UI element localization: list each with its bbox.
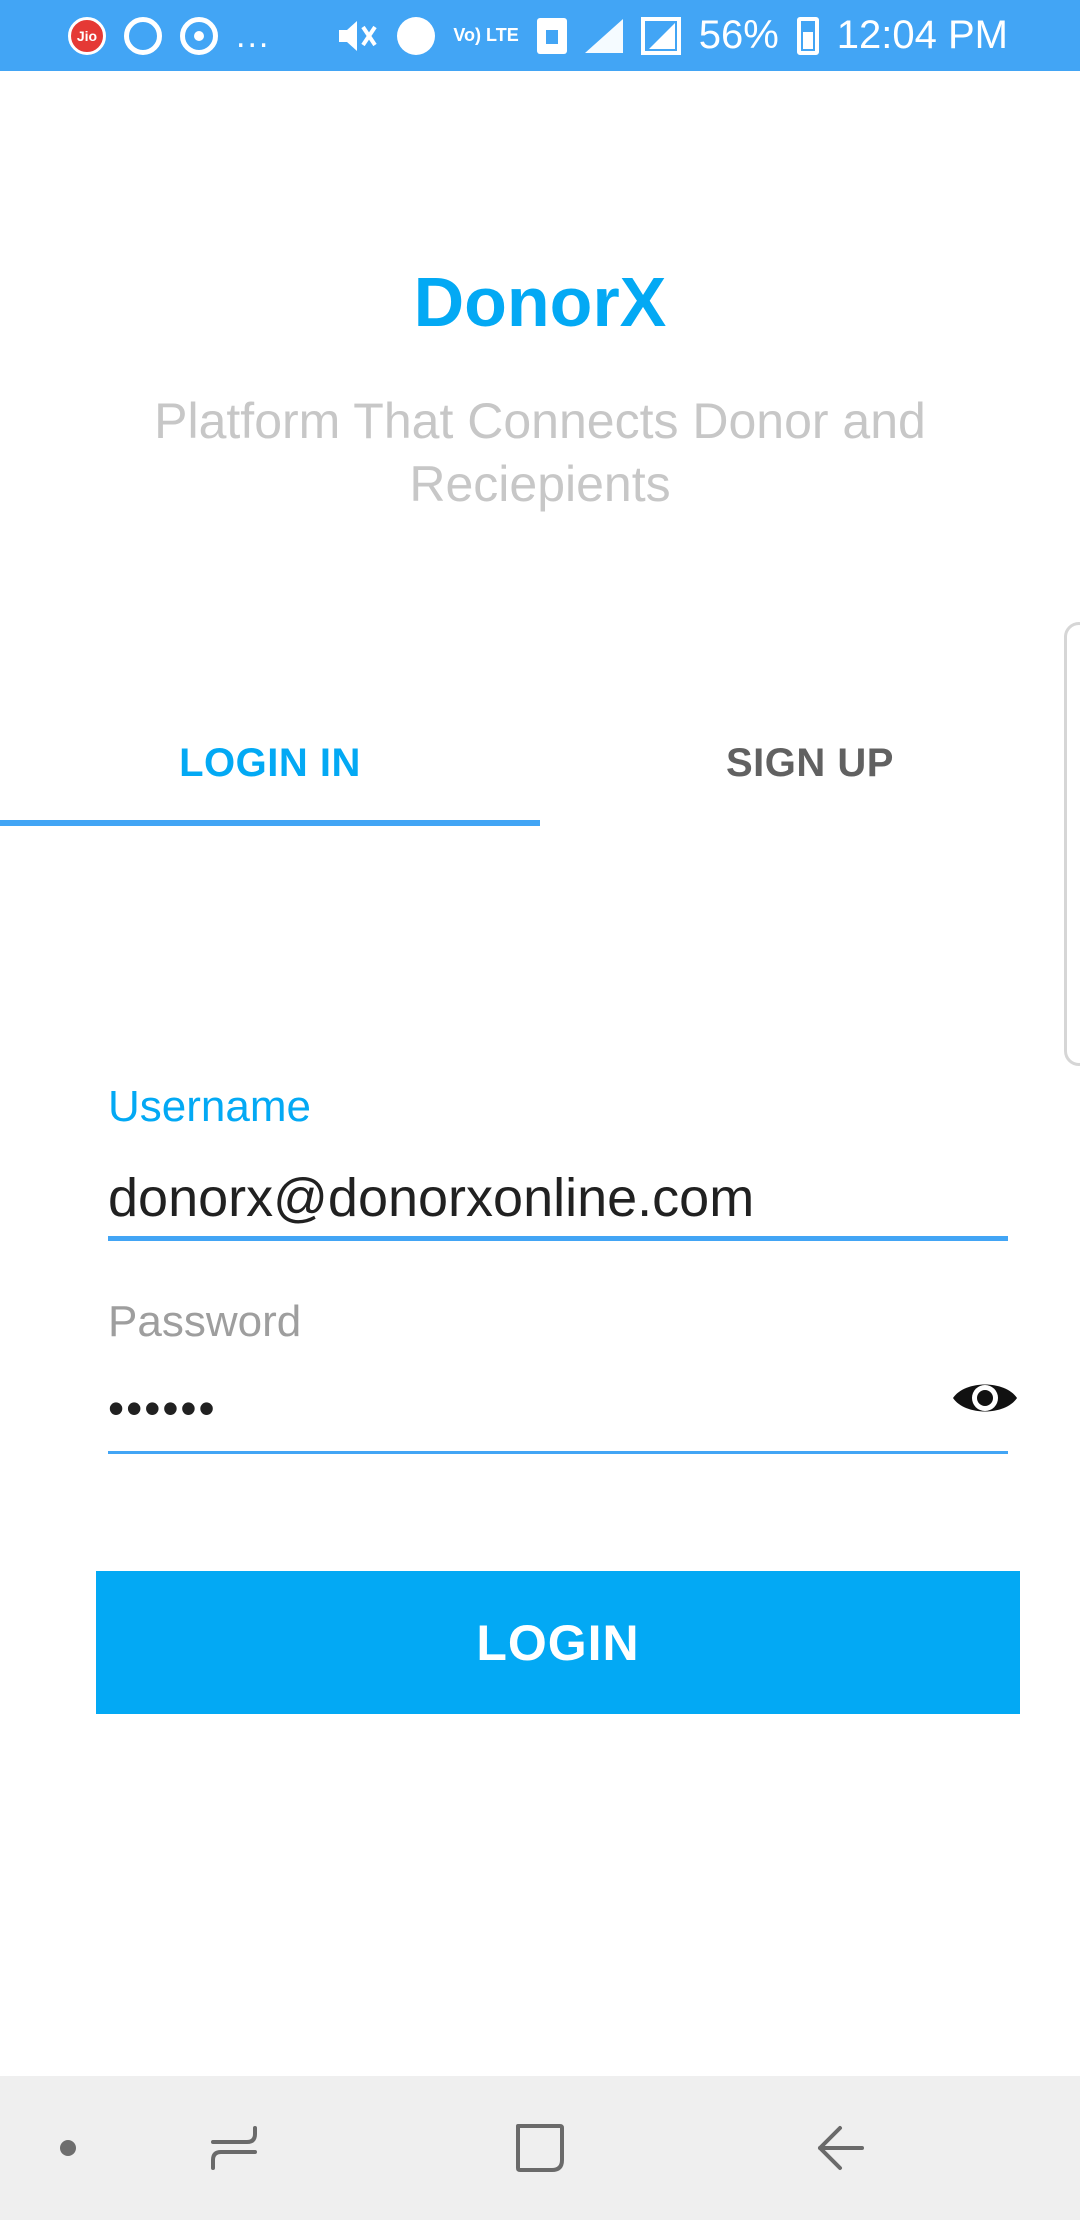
recent-apps-icon: [211, 2126, 257, 2170]
back-button[interactable]: [790, 2076, 890, 2220]
recent-apps-button[interactable]: [190, 2076, 280, 2220]
signal-strength-icon: [584, 18, 623, 53]
status-time: 12:04 PM: [836, 13, 1008, 57]
app-title: DonorX: [413, 263, 667, 341]
sync-icon: [124, 16, 162, 55]
auth-tab-bar: LOGIN IN SIGN UP: [0, 700, 1080, 826]
username-field: Username: [108, 1082, 1008, 1241]
tab-login[interactable]: LOGIN IN: [0, 700, 540, 826]
alarm-icon: [397, 16, 436, 55]
system-nav-bar: [0, 2076, 1080, 2220]
back-icon: [818, 2126, 864, 2170]
battery-icon: [796, 16, 819, 55]
jio-icon: Jio: [68, 16, 106, 55]
username-underline: [108, 1236, 1008, 1241]
status-bar: Jio ... Vo) LTE 56% 12:04 PM: [0, 0, 1080, 71]
password-label: Password: [108, 1297, 302, 1346]
password-underline: [108, 1451, 1008, 1454]
home-icon: [516, 2124, 564, 2172]
eye-icon[interactable]: [950, 1363, 1020, 1433]
signal-box-icon: [640, 16, 681, 55]
tab-sign-up[interactable]: SIGN UP: [540, 700, 1080, 826]
login-button[interactable]: LOGIN: [96, 1571, 1020, 1714]
status-left-group: Jio ...: [68, 16, 271, 55]
status-right-group: Vo) LTE 56% 12:04 PM: [337, 13, 1008, 58]
nav-dot-indicator[interactable]: [40, 2076, 96, 2220]
active-tab-indicator: [0, 820, 540, 826]
more-notifications-indicator: ...: [236, 16, 271, 55]
battery-percent: 56%: [698, 13, 779, 57]
edge-panel-handle[interactable]: [1064, 622, 1080, 1066]
mute-icon: [337, 17, 379, 55]
chrome-icon: [180, 16, 218, 55]
storage-icon: [536, 17, 567, 54]
dot-icon: [60, 2140, 76, 2156]
app-tagline: Platform That Connects Donor and Reciepi…: [154, 393, 926, 512]
home-button[interactable]: [490, 2076, 590, 2220]
password-field: Password ••••••: [108, 1297, 1017, 1454]
username-input[interactable]: [108, 1160, 1008, 1236]
volte-indicator: Vo) LTE: [453, 25, 519, 45]
username-label: Username: [108, 1082, 311, 1131]
password-input[interactable]: ••••••: [108, 1381, 1008, 1451]
